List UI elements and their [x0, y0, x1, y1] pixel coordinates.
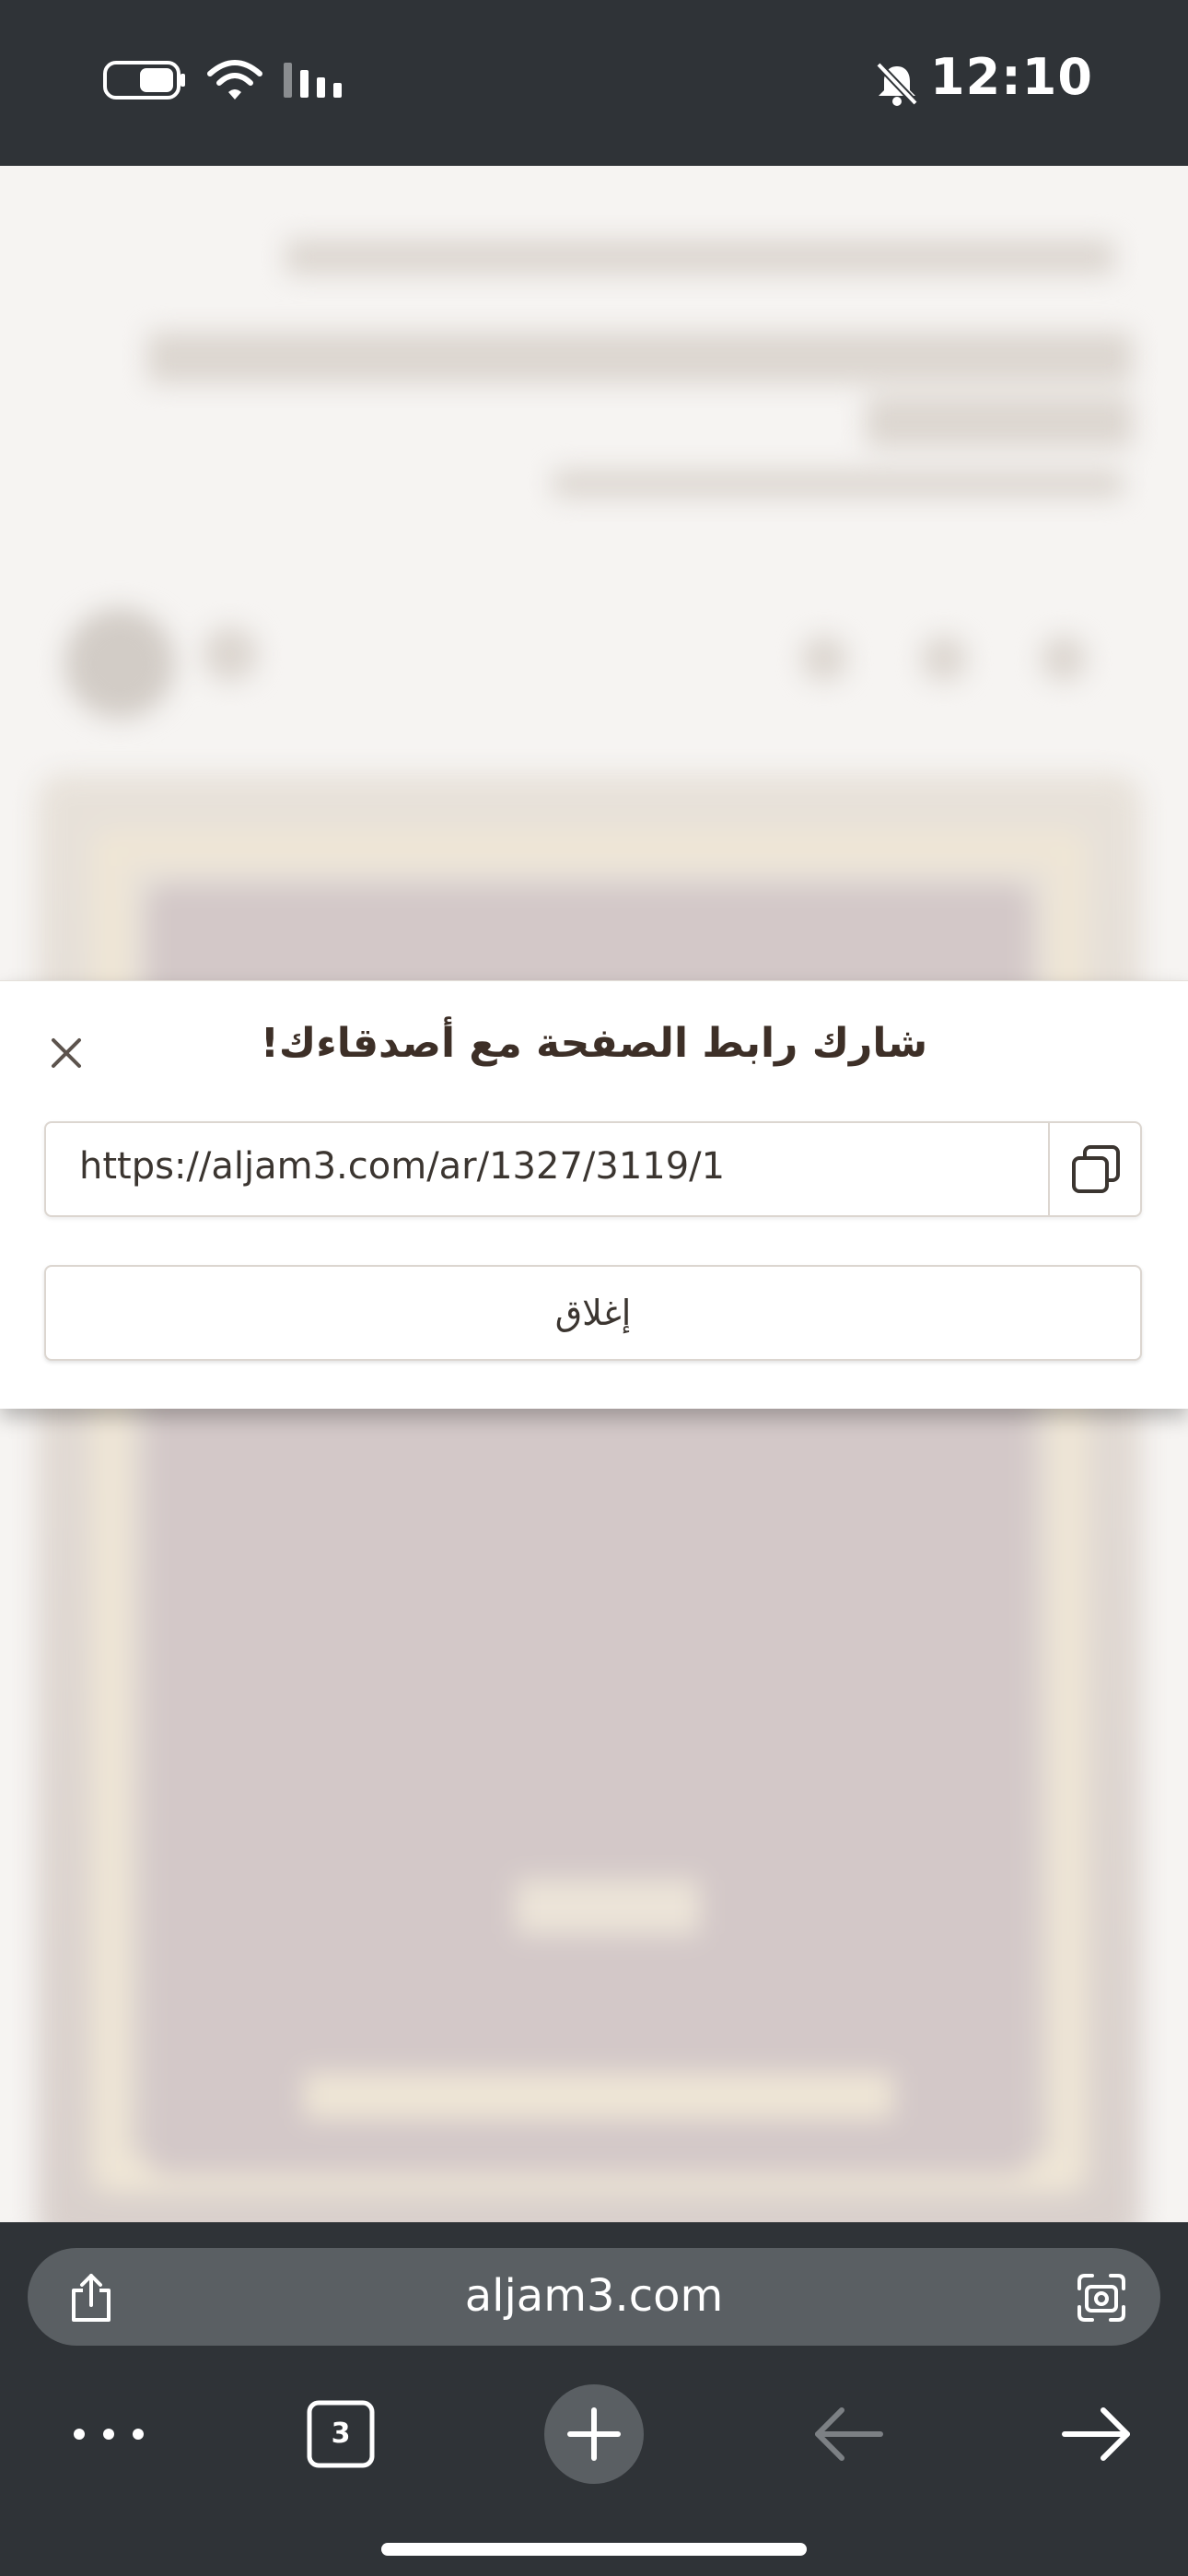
- dialog-title: شارك رابط الصفحة مع أصدقاءك!: [260, 1020, 928, 1067]
- forward-icon[interactable]: [1042, 2379, 1153, 2489]
- nav-row: 3: [0, 2379, 1188, 2489]
- wifi-icon: [206, 57, 263, 103]
- lens-icon[interactable]: [1076, 2272, 1127, 2327]
- copy-icon: [1072, 1145, 1120, 1193]
- address-bar[interactable]: aljam3.com: [28, 2248, 1160, 2346]
- bell-slash-icon: [875, 61, 919, 107]
- signal-icon: [282, 61, 348, 100]
- copy-button[interactable]: [1048, 1123, 1140, 1215]
- close-icon[interactable]: [46, 1033, 87, 1073]
- dialog-close-button[interactable]: إغلاق: [44, 1265, 1142, 1361]
- tab-count: 3: [331, 2418, 351, 2450]
- browser-toolbar: aljam3.com 3: [0, 2222, 1188, 2576]
- share-dialog: شارك رابط الصفحة مع أصدقاءك! https://alj…: [0, 980, 1188, 1409]
- status-time: 12:10: [930, 48, 1093, 106]
- new-tab-icon[interactable]: [539, 2379, 649, 2489]
- back-icon[interactable]: [792, 2379, 903, 2489]
- tabs-icon[interactable]: 3: [285, 2379, 396, 2489]
- share-url-text: https://aljam3.com/ar/1327/3119/1: [79, 1145, 726, 1188]
- home-indicator: [381, 2543, 807, 2556]
- battery-icon: [103, 61, 186, 100]
- share-url-field[interactable]: https://aljam3.com/ar/1327/3119/1: [44, 1121, 1142, 1217]
- status-bar: 12:10: [0, 0, 1188, 166]
- more-icon[interactable]: [53, 2379, 164, 2489]
- address-text: aljam3.com: [464, 2270, 724, 2322]
